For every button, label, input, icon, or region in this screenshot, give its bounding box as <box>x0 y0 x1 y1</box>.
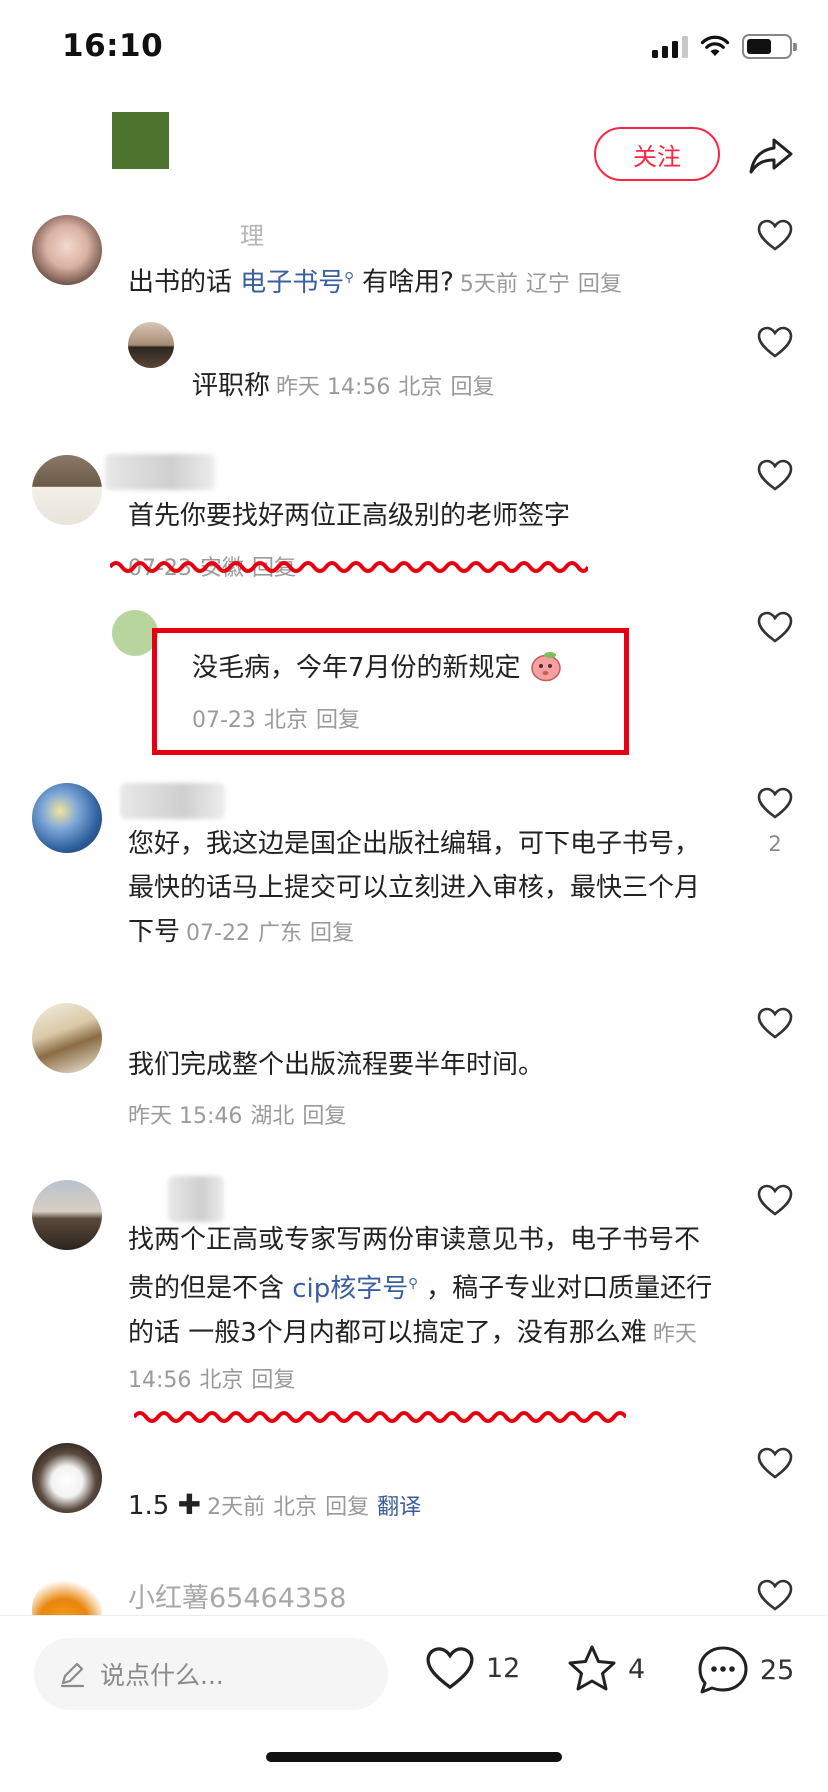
share-icon[interactable] <box>746 130 796 180</box>
avatar[interactable] <box>32 455 102 525</box>
comment-time: 2天前 <box>207 1495 266 1520</box>
follow-button[interactable]: 关注 <box>594 127 720 181</box>
comment-location: 湖北 <box>250 1104 295 1129</box>
comment-input[interactable]: 说点什么... <box>34 1638 388 1710</box>
search-icon: ⚲ <box>344 270 354 285</box>
reply-button[interactable]: 回复 <box>578 272 622 297</box>
comment-username[interactable]: 小红薯65464358 <box>128 1576 346 1615</box>
comment-bubble-icon <box>698 1646 748 1694</box>
like-count: 12 <box>486 1652 521 1684</box>
comment-text: 我们完成整个出版流程要半年时间。 <box>128 1050 545 1080</box>
star-icon <box>568 1645 616 1691</box>
comment-text: 您好，我这边是国企出版社编辑，可下电子书号，最快的话马上提交可以立刻进入审核，最… <box>128 829 701 947</box>
red-box-annotation <box>152 628 629 755</box>
like-count: 2 <box>768 832 782 856</box>
bottom-action-bar: 说点什么... 12 4 25 <box>0 1616 828 1792</box>
avatar[interactable] <box>32 783 102 853</box>
comment-location: 北京 <box>199 1367 244 1393</box>
username-redacted <box>105 454 215 490</box>
home-indicator[interactable] <box>266 1752 562 1762</box>
heart-icon[interactable] <box>756 1446 794 1480</box>
status-icons <box>652 34 797 59</box>
comment-username[interactable]: 理 <box>240 216 264 251</box>
username-redacted <box>168 1176 224 1222</box>
heart-icon[interactable] <box>756 786 794 820</box>
author-avatar[interactable] <box>112 112 169 169</box>
username-redacted <box>120 783 225 819</box>
comment-location: 北京 <box>273 1495 318 1520</box>
red-underline-annotation <box>134 1411 626 1423</box>
comment-time: 07-22 <box>186 921 250 946</box>
comment-meta: 昨天 15:46 湖北 回复 <box>128 1098 354 1130</box>
search-icon: ⚲ <box>408 1276 418 1291</box>
comment-input-placeholder: 说点什么... <box>100 1661 224 1690</box>
battery-icon <box>742 34 797 59</box>
avatar[interactable] <box>32 215 102 285</box>
comment-location: 辽宁 <box>525 271 570 297</box>
heart-icon[interactable] <box>756 1183 794 1217</box>
heart-icon[interactable] <box>756 218 794 252</box>
heart-icon[interactable] <box>756 1578 794 1612</box>
comment-text: 找两个正高或专家写两份审读意见书，电子书号不贵的但是不含 cip核字号⚲ ，稿子… <box>128 1225 713 1393</box>
comment-text: 出书的话 电子书号⚲ 有啥用? 5天前 辽宁 回复 <box>128 267 622 298</box>
reply-button[interactable]: 回复 <box>310 921 354 946</box>
comment-location: 北京 <box>398 375 443 400</box>
comment-time: 昨天 14:56 <box>276 375 391 400</box>
topic-link[interactable]: cip核字号⚲ <box>292 1274 418 1304</box>
reply-button[interactable]: 回复 <box>251 1368 295 1393</box>
comment-time: 昨天 15:46 <box>128 1104 243 1129</box>
avatar[interactable] <box>32 1443 102 1513</box>
comment-text: 首先你要找好两位正高级别的老师签字 <box>128 501 571 531</box>
red-underline-annotation <box>110 561 588 573</box>
topic-link[interactable]: 电子书号⚲ <box>240 268 354 298</box>
translate-button[interactable]: 翻译 <box>377 1495 421 1520</box>
avatar[interactable] <box>32 1180 102 1250</box>
heart-icon[interactable] <box>756 325 794 359</box>
comment-location: 广东 <box>257 921 302 946</box>
signal-icon <box>652 35 688 58</box>
heart-icon[interactable] <box>756 610 794 644</box>
favorite-count: 4 <box>628 1653 646 1685</box>
comment-count: 25 <box>760 1654 795 1686</box>
reply-button[interactable]: 回复 <box>302 1104 346 1129</box>
reply-button[interactable]: 回复 <box>450 375 494 400</box>
plus-sticker-icon: ✚ <box>177 1488 202 1521</box>
heart-icon[interactable] <box>756 458 794 492</box>
like-button[interactable]: 12 <box>424 1644 520 1692</box>
favorite-button[interactable]: 4 <box>566 1644 645 1694</box>
heart-icon[interactable] <box>756 1006 794 1040</box>
avatar[interactable] <box>32 1003 102 1073</box>
comment-button[interactable]: 25 <box>696 1644 794 1696</box>
reply-button[interactable]: 回复 <box>325 1495 369 1520</box>
heart-icon <box>426 1647 474 1690</box>
avatar[interactable] <box>128 322 174 368</box>
pencil-icon <box>60 1662 85 1688</box>
comment-text: 1.5 ✚ 2天前 北京 回复 翻译 <box>128 1488 422 1521</box>
comment-time: 5天前 <box>459 271 518 297</box>
comment-text: 评职称 昨天 14:56 北京 回复 <box>192 371 495 401</box>
wifi-icon <box>700 35 730 56</box>
status-time: 16:10 <box>62 28 164 64</box>
